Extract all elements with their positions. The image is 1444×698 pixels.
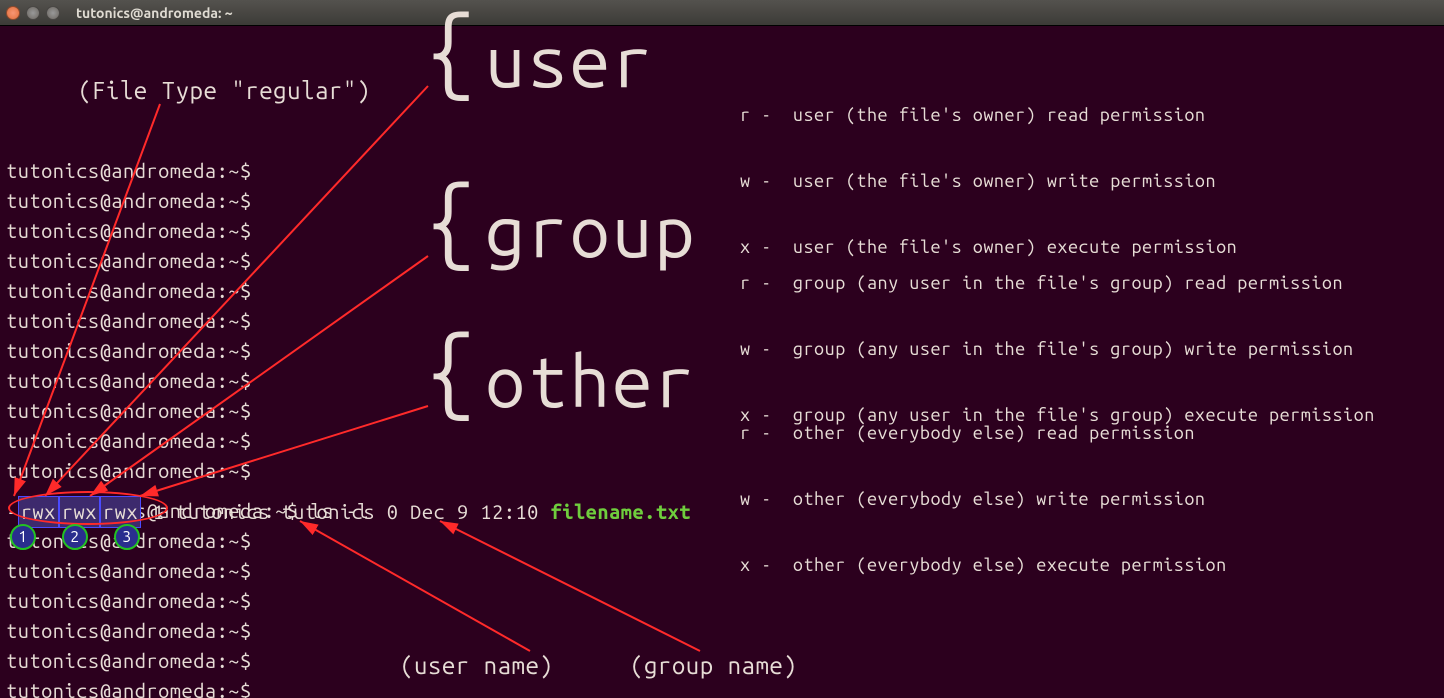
label-user: user bbox=[485, 46, 654, 76]
window-title: tutonics@andromeda: ~ bbox=[76, 5, 233, 21]
shell-prompt-line: tutonics@andromeda:~$ bbox=[6, 676, 252, 698]
explain-user: r - user (the file's owner) read permiss… bbox=[740, 60, 1237, 302]
terminal[interactable]: tutonics@andromeda:~$tutonics@andromeda:… bbox=[0, 26, 1444, 698]
shell-prompt-line: tutonics@andromeda:~$ bbox=[6, 556, 252, 586]
perm-triad-other: rwx bbox=[100, 496, 141, 528]
brace-user-icon: { bbox=[425, 36, 477, 66]
window-close-button[interactable] bbox=[6, 6, 20, 20]
ls-group: tutonics bbox=[281, 500, 375, 523]
brace-other-icon: { bbox=[425, 356, 477, 386]
ls-output-row: -rwxrwxrwx 1 tutonics tutonics 0 Dec 9 1… bbox=[6, 496, 691, 528]
ls-links: 1 bbox=[153, 500, 165, 523]
label-group: group bbox=[485, 216, 697, 246]
shell-prompt-line: tutonics@andromeda:~$ bbox=[6, 366, 252, 396]
shell-prompt-line: tutonics@andromeda:~$ bbox=[6, 396, 252, 426]
shell-prompt-line: tutonics@andromeda:~$ bbox=[6, 336, 252, 366]
shell-prompt-line: tutonics@andromeda:~$ bbox=[6, 276, 252, 306]
shell-prompt-line: tutonics@andromeda:~$ bbox=[6, 156, 252, 186]
shell-prompt-line: tutonics@andromeda:~$ bbox=[6, 186, 252, 216]
explain-other: r - other (everybody else) read permissi… bbox=[740, 378, 1227, 620]
shell-prompt-line: tutonics@andromeda:~$ bbox=[6, 306, 252, 336]
ls-size: 0 bbox=[387, 500, 399, 523]
perm-triad-group: rwx bbox=[59, 496, 100, 528]
label-other: other bbox=[485, 366, 697, 396]
annotation-filetype: (File Type "regular") bbox=[78, 76, 371, 106]
shell-prompt-line: tutonics@andromeda:~$ bbox=[6, 246, 252, 276]
window-minimize-button[interactable] bbox=[26, 6, 40, 20]
shell-prompt-line: tutonics@andromeda:~$ bbox=[6, 216, 252, 246]
shell-prompt-line: tutonics@andromeda:~$ bbox=[6, 426, 252, 456]
explain-group: r - group (any user in the file's group)… bbox=[740, 228, 1375, 470]
ls-date: Dec 9 12:10 bbox=[410, 500, 539, 523]
shell-prompt-line: tutonics@andromeda:~$ bbox=[6, 646, 252, 676]
brace-group-icon: { bbox=[425, 206, 477, 236]
perm-triad-user: rwx bbox=[18, 496, 59, 528]
annotation-username: (user name) bbox=[400, 651, 553, 681]
ls-filename: filename.txt bbox=[551, 500, 691, 523]
shell-prompt-line: tutonics@andromeda:~$ bbox=[6, 616, 252, 646]
file-type-char: - bbox=[6, 500, 18, 523]
annotation-groupname: (group name) bbox=[630, 651, 797, 681]
shell-prompt-line: tutonics@andromeda:~$ bbox=[6, 586, 252, 616]
window-maximize-button[interactable] bbox=[46, 6, 60, 20]
window-titlebar: tutonics@andromeda: ~ bbox=[0, 0, 1444, 26]
ls-user: tutonics bbox=[176, 500, 270, 523]
